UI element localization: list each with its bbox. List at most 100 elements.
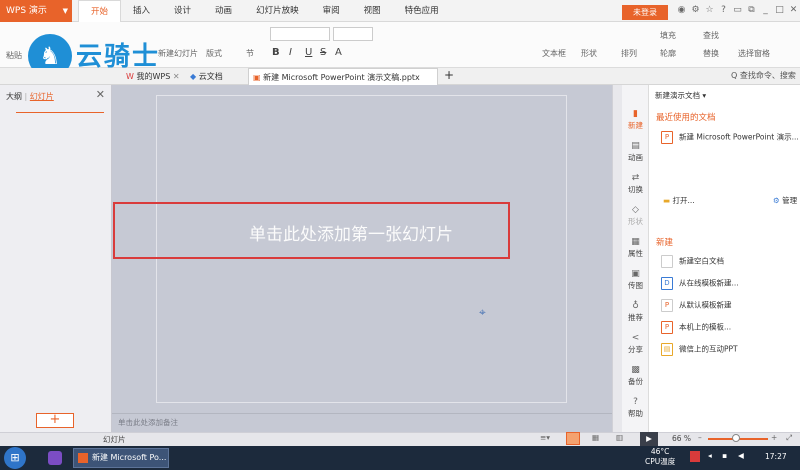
arrange-button[interactable]: 排列 [621,48,637,59]
new-default-template-item[interactable]: P 从默认模板新建 [661,299,732,312]
tab-animation[interactable]: 动画 [203,0,244,22]
clock[interactable]: 17:27 [765,452,787,461]
sidebar-item-transition[interactable]: ⇄ 切换 [622,173,649,195]
tab-slides[interactable]: 幻灯片 [30,92,54,101]
close-icon[interactable]: ✕ [173,72,180,81]
open-link[interactable]: ▬ 打开... [663,195,695,206]
new-wechat-ppt-item[interactable]: ▤ 微信上的互动PPT [661,343,738,356]
close-icon[interactable]: ✕ [788,4,799,17]
sidebar-item-new[interactable]: ▮ 新建 [622,109,649,131]
font-color-button[interactable]: A [335,47,342,58]
manage-label: 管理 [782,196,798,205]
tab-my-wps[interactable]: W 我的WPS ✕ [122,68,180,85]
tray-chevron-icon[interactable]: ◂ [708,451,712,460]
shape-button[interactable]: 形状 [581,48,597,59]
minimize-icon[interactable]: _ [760,4,771,17]
sidebar-item-animation[interactable]: ▤ 动画 [622,141,649,163]
maximize-icon[interactable]: □ [774,4,785,17]
underline-button[interactable]: U [305,47,312,58]
login-button[interactable]: 未登录 [622,5,668,20]
reading-view-icon[interactable]: ▥ [616,433,623,442]
sorter-view-icon[interactable]: ▦ [592,433,599,442]
sidebar-item-shape[interactable]: ◇ 形状 [622,205,649,227]
tab-review[interactable]: 审阅 [311,0,352,22]
layout-icon[interactable]: ▭ [732,4,743,17]
normal-view-icon[interactable] [566,432,580,445]
outline-button[interactable]: 轮廓 [660,48,676,59]
bold-button[interactable]: B [272,47,280,58]
paste-button[interactable]: 粘贴 [6,50,22,61]
sidebar-item-backup[interactable]: ▩ 备份 [622,365,649,387]
status-bar: 幻灯片 ≡▾ ▦ ▥ ▶ 66 % – + ⤢ [0,432,800,446]
tab-current-document[interactable]: ▣ 新建 Microsoft PowerPoint 演示文稿.pptx [248,68,438,85]
network-icon[interactable]: ▪ [722,451,727,460]
tab-special[interactable]: 特色应用 [393,0,451,22]
recent-item[interactable]: P 新建 Microsoft PowerPoint 演示... [661,131,799,144]
tab-label: 云文档 [198,72,223,81]
close-icon[interactable]: ✕ [96,88,105,101]
window-controls: ◉ ⚙ ☆ ? ▭ ⧉ _ □ ✕ [676,4,799,17]
command-search[interactable]: Q 查找命令、搜索 [731,70,796,81]
sidebar-item-properties[interactable]: ▦ 属性 [622,237,649,259]
notes-area[interactable]: 单击此处添加备注 [112,413,612,432]
strike-button[interactable]: S [320,47,326,58]
bulb-icon: ♁ [632,301,639,311]
tab-design[interactable]: 设计 [162,0,203,22]
sidebar-item-label: 切换 [628,185,643,194]
wechat-ppt-icon: ▤ [661,343,673,356]
font-family-select[interactable] [270,27,330,41]
section-button[interactable]: 节 [246,48,254,59]
manage-link[interactable]: ⚙ 管理 [773,195,797,206]
skin-icon[interactable]: ◉ [676,4,687,17]
cpu-temp-value: 46°C [650,447,670,456]
find-button[interactable]: 查找 [703,30,719,41]
panel-tabs: 大纲 | 幻灯片 [6,92,54,101]
new-blank-item[interactable]: 新建空白文档 [661,255,724,268]
sidebar-item-label: 传图 [628,281,643,290]
sidebar-item-help[interactable]: ? 帮助 [622,397,649,419]
insertion-marker [16,112,104,113]
pinned-app-icon[interactable] [48,451,62,465]
new-local-template-item[interactable]: P 本机上的模板... [661,321,731,334]
share-icon[interactable]: ☆ [704,4,715,17]
taskbar-app-wps[interactable]: 新建 Microsoft Po... [73,448,169,468]
tab-outline[interactable]: 大纲 [6,92,22,101]
vertical-scrollbar[interactable] [612,85,622,432]
tray-app-icon[interactable] [690,451,700,462]
search-input[interactable]: 查找命令、搜索 [740,71,796,80]
fill-button[interactable]: 填充 [660,30,676,41]
new-tab-button[interactable]: + [440,68,454,85]
textbox-button[interactable]: 文本框 [542,48,566,59]
sidebar-item-upload-image[interactable]: ▣ 传图 [622,269,649,291]
zoom-slider-handle[interactable] [732,434,740,442]
tab-view[interactable]: 视图 [352,0,393,22]
zoom-in-icon[interactable]: + [771,433,777,442]
font-size-select[interactable] [333,27,373,41]
task-pane-title[interactable]: 新建演示文档 ▾ [655,90,706,101]
sidebar-item-share[interactable]: < 分享 [622,333,649,355]
settings-icon[interactable]: ⚙ [690,4,701,17]
fit-window-icon[interactable]: ⤢ [786,433,792,443]
tab-home[interactable]: 开始 [78,0,122,23]
share-icon: < [631,333,640,343]
zoom-out-icon[interactable]: – [698,433,702,442]
italic-button[interactable]: I [289,47,292,58]
notes-toggle-icon[interactable]: ≡▾ [540,433,550,442]
new-online-template-item[interactable]: D 从在线模板新建... [661,277,739,290]
tab-insert[interactable]: 插入 [121,0,162,22]
select-pane-button[interactable]: 选择窗格 [738,48,770,59]
play-slideshow-button[interactable]: ▶ [640,432,658,446]
app-menu-button[interactable]: WPS 演示 ▼ [0,0,72,22]
start-button[interactable]: ⊞ [4,447,26,469]
layout-button[interactable]: 版式 [206,48,222,59]
help-icon[interactable]: ? [718,4,729,17]
title-placeholder[interactable]: 单击此处添加第一张幻灯片 [249,220,453,245]
add-slide-button[interactable]: + [36,413,74,428]
tab-slideshow[interactable]: 幻灯片放映 [244,0,311,22]
sidebar-item-recommend[interactable]: ♁ 推荐 [622,301,649,323]
volume-icon[interactable]: ◀ [738,451,744,460]
tab-cloud-docs[interactable]: ◆ 云文档 [186,68,223,85]
restore-icon[interactable]: ⧉ [746,4,757,17]
replace-button[interactable]: 替换 [703,48,719,59]
new-slide-button[interactable]: 新建幻灯片 [158,48,198,59]
